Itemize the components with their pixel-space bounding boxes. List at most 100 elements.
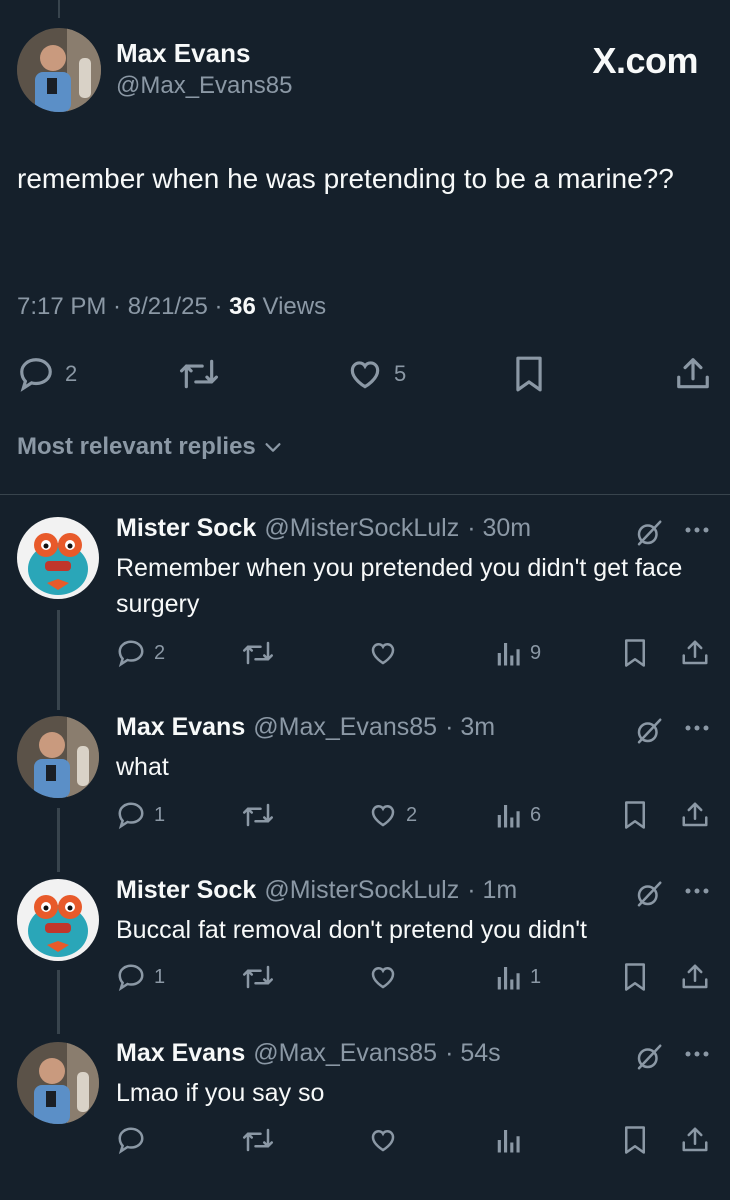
more-icon[interactable] [684, 887, 710, 895]
reply-text: Lmao if you say so [116, 1079, 325, 1107]
reply-age[interactable]: · 54s [445, 1039, 501, 1068]
repost-icon [240, 800, 276, 830]
bookmark-button[interactable] [622, 638, 648, 668]
reply-button[interactable] [116, 1125, 146, 1155]
reply-header: Mister Sock @MisterSockLulz · 30m [116, 514, 531, 543]
share-button[interactable] [674, 355, 712, 393]
views-icon [496, 1125, 522, 1155]
grok-icon[interactable] [634, 1042, 664, 1072]
grok-icon[interactable] [634, 716, 664, 746]
views-count: 6 [530, 803, 542, 826]
like-button[interactable] [368, 962, 398, 992]
sort-replies-dropdown[interactable]: Most relevant replies [17, 433, 284, 461]
views-button[interactable]: 1 [496, 962, 541, 992]
reply-header: Max Evans @Max_Evans85 · 54s [116, 1039, 501, 1068]
author-avatar[interactable] [17, 28, 101, 112]
views-button[interactable] [496, 1125, 522, 1155]
reply-button[interactable]: 1 [116, 962, 165, 992]
reply-avatar[interactable] [17, 1042, 99, 1124]
reply-text: Remember when you pretended you didn't g… [116, 554, 683, 618]
bookmark-button[interactable] [622, 1125, 648, 1155]
share-icon [680, 962, 710, 992]
like-icon [368, 1125, 398, 1155]
bookmark-button[interactable] [512, 355, 546, 393]
reply-author-name[interactable]: Mister Sock [116, 876, 256, 905]
bookmark-icon [622, 800, 648, 830]
tweet-time[interactable]: 7:17 PM [17, 293, 106, 320]
more-icon[interactable] [684, 724, 710, 732]
reply-count: 2 [65, 361, 78, 386]
more-icon[interactable] [684, 526, 710, 534]
bookmark-icon [622, 962, 648, 992]
bookmark-button[interactable] [622, 800, 648, 830]
reply-button[interactable]: 2 [17, 355, 77, 393]
tweet-date[interactable]: 8/21/25 [128, 293, 208, 320]
reply-age[interactable]: · 3m [445, 713, 495, 742]
reply-author-name[interactable]: Mister Sock [116, 514, 256, 543]
tweet-text: remember when he was pretending to be a … [17, 163, 674, 194]
reply-avatar[interactable] [17, 716, 99, 798]
bookmark-icon [622, 1125, 648, 1155]
views-icon [496, 800, 522, 830]
reply-author-handle[interactable]: @MisterSockLulz [264, 514, 459, 543]
grok-icon[interactable] [634, 879, 664, 909]
reply-author-name[interactable]: Max Evans [116, 713, 245, 742]
thread-line [58, 0, 60, 18]
share-button[interactable] [680, 1125, 710, 1155]
repost-button[interactable] [240, 800, 276, 830]
like-count: 5 [394, 361, 407, 386]
reply-age[interactable]: · 30m [467, 514, 531, 543]
like-icon [368, 800, 398, 830]
views-icon [496, 638, 522, 668]
share-button[interactable] [680, 800, 710, 830]
share-icon [680, 1125, 710, 1155]
reply-button[interactable]: 1 [116, 800, 165, 830]
author-handle[interactable]: @Max_Evans85 [116, 72, 292, 100]
reply-icon [116, 800, 146, 830]
repost-icon [176, 355, 222, 393]
repost-button[interactable] [240, 1125, 276, 1155]
reply-age[interactable]: · 1m [467, 876, 517, 905]
repost-button[interactable] [176, 355, 222, 393]
more-icon[interactable] [684, 1050, 710, 1058]
thread-line [57, 610, 60, 710]
reply-header: Mister Sock @MisterSockLulz · 1m [116, 876, 517, 905]
share-button[interactable] [680, 638, 710, 668]
tweet-meta: 7:17 PM · 8/21/25 · 36 Views [17, 293, 327, 320]
like-button[interactable]: 5 [346, 355, 406, 393]
like-icon [346, 355, 384, 393]
reply-button[interactable]: 2 [116, 638, 165, 668]
thread-line [57, 808, 60, 872]
repost-button[interactable] [240, 962, 276, 992]
views-button[interactable]: 6 [496, 800, 541, 830]
like-button[interactable] [368, 1125, 398, 1155]
reply-header: Max Evans @Max_Evans85 · 3m [116, 713, 495, 742]
share-icon [680, 800, 710, 830]
reply-count: 2 [154, 641, 166, 664]
views-icon [496, 962, 522, 992]
repost-icon [240, 638, 276, 668]
views-button[interactable]: 9 [496, 638, 541, 668]
bookmark-button[interactable] [622, 962, 648, 992]
reply-author-name[interactable]: Max Evans [116, 1039, 245, 1068]
reply-text: Buccal fat removal don't pretend you did… [116, 916, 587, 944]
like-button[interactable] [368, 638, 398, 668]
author-name[interactable]: Max Evans [116, 38, 250, 69]
reply-icon [116, 1125, 146, 1155]
reply-author-handle[interactable]: @MisterSockLulz [264, 876, 459, 905]
bookmark-icon [512, 355, 546, 393]
like-button[interactable]: 2 [368, 800, 417, 830]
grok-icon[interactable] [634, 518, 664, 548]
reply-count: 1 [154, 803, 166, 826]
reply-avatar[interactable] [17, 517, 99, 599]
repost-icon [240, 962, 276, 992]
thread-line [57, 970, 60, 1034]
share-button[interactable] [680, 962, 710, 992]
reply-avatar[interactable] [17, 879, 99, 961]
sort-label: Most relevant replies [17, 433, 256, 460]
divider [0, 494, 730, 495]
repost-icon [240, 1125, 276, 1155]
reply-author-handle[interactable]: @Max_Evans85 [253, 1039, 437, 1068]
reply-author-handle[interactable]: @Max_Evans85 [253, 713, 437, 742]
repost-button[interactable] [240, 638, 276, 668]
